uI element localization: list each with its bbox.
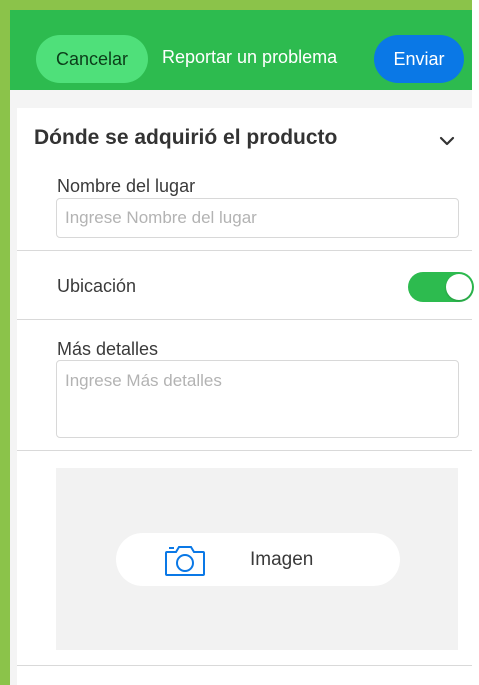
place-name-placeholder: Ingrese Nombre del lugar [65,208,257,227]
location-label: Ubicación [57,276,137,296]
place-name-label: Nombre del lugar [57,176,196,196]
divider [17,665,472,666]
header-bar: Cancelar Reportar un problema Enviar [10,10,472,90]
page-title: Reportar un problema [162,47,338,67]
image-label: Imagen [250,549,314,570]
image-upload-area: Imagen [56,468,458,650]
divider [17,450,472,451]
details-textarea[interactable]: Ingrese Más detalles [56,360,459,438]
app-frame: Cancelar Reportar un problema Enviar Dón… [0,0,479,685]
location-toggle[interactable] [408,272,474,302]
add-image-button[interactable]: Imagen [116,533,400,586]
frame-top-border [0,0,472,10]
camera-icon [165,546,205,576]
divider [17,250,472,251]
place-name-input[interactable]: Ingrese Nombre del lugar [56,198,459,238]
section-title[interactable]: Dónde se adquirió el producto [34,126,337,150]
toggle-knob [446,274,472,300]
details-label: Más detalles [57,339,159,359]
frame-right-edge [472,0,479,685]
send-button[interactable]: Enviar [374,35,464,83]
details-placeholder: Ingrese Más detalles [65,371,222,390]
divider [17,319,472,320]
cancel-button[interactable]: Cancelar [36,35,148,83]
form-card: Dónde se adquirió el producto Nombre del… [17,108,474,685]
chevron-down-icon[interactable] [436,130,458,152]
frame-left-border [0,0,10,685]
